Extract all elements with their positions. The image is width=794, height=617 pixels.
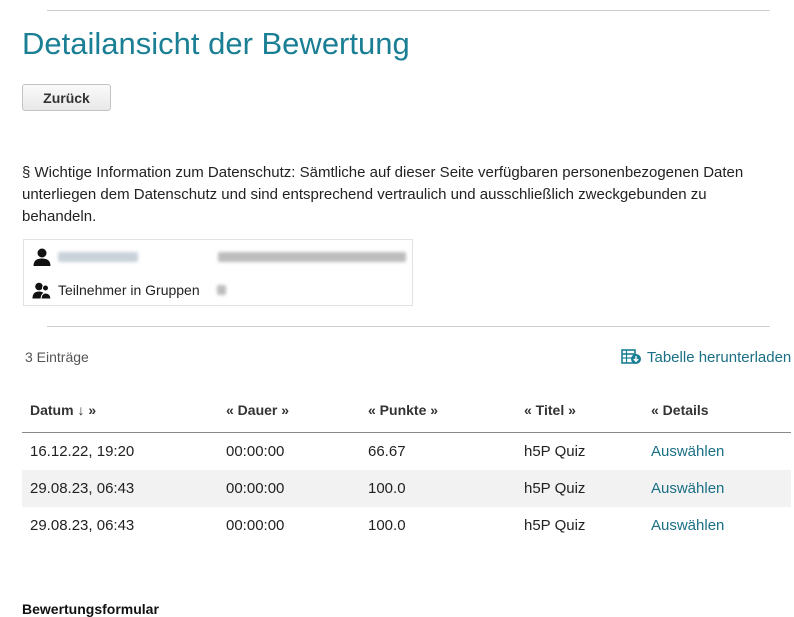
details-header[interactable]: « Details — [651, 402, 709, 418]
back-button[interactable]: Zurück — [22, 84, 111, 111]
table-row: 29.08.23, 06:43 00:00:00 100.0 h5P Quiz … — [22, 507, 791, 544]
row-points: 66.67 — [368, 443, 406, 460]
results-table: Datum ↓ » « Dauer » « Punkte » « Titel »… — [22, 388, 791, 544]
privacy-notice: § Wichtige Information zum Datenschutz: … — [22, 164, 744, 225]
row-duration: 00:00:00 — [226, 517, 285, 534]
row-date: 16.12.22, 19:20 — [30, 443, 135, 460]
table-download-icon — [621, 349, 641, 364]
row-date: 29.08.23, 06:43 — [22, 470, 226, 507]
row-title: h5P Quiz — [524, 517, 586, 534]
download-label: Tabelle herunterladen — [647, 348, 792, 366]
row-date: 29.08.23, 06:43 — [30, 517, 135, 534]
redacted-user-name — [58, 252, 138, 262]
row-title: h5P Quiz — [524, 443, 586, 460]
download-table-link[interactable]: Tabelle herunterladen — [621, 348, 791, 366]
redacted-user-detail — [218, 252, 406, 262]
sort-date-header[interactable]: Datum ↓ » — [30, 402, 96, 418]
select-link[interactable]: Auswählen — [651, 480, 724, 497]
section-divider — [47, 326, 770, 327]
row-points: 100.0 — [368, 517, 406, 534]
participant-info-box: Teilnehmer in Gruppen — [23, 239, 413, 306]
top-divider — [47, 10, 770, 11]
row-title: h5P Quiz — [524, 470, 651, 507]
entries-count: 3 Einträge — [25, 349, 89, 365]
participant-name-row — [32, 246, 406, 268]
group-row: Teilnehmer in Gruppen — [32, 279, 226, 301]
groups-label: Teilnehmer in Gruppen — [58, 282, 200, 298]
redacted-group-value — [216, 285, 226, 295]
table-row: 16.12.22, 19:20 00:00:00 66.67 h5P Quiz … — [22, 433, 791, 471]
select-link[interactable]: Auswählen — [651, 443, 724, 460]
page-title: Detailansicht der Bewertung — [22, 26, 410, 61]
table-header-row: Datum ↓ » « Dauer » « Punkte » « Titel »… — [22, 388, 791, 433]
sort-duration-header[interactable]: « Dauer » — [226, 402, 289, 418]
user-icon — [33, 248, 51, 266]
row-points: 100.0 — [368, 470, 524, 507]
row-duration: 00:00:00 — [226, 443, 285, 460]
select-link[interactable]: Auswählen — [651, 517, 724, 534]
group-user-icon — [32, 282, 52, 300]
sort-points-header[interactable]: « Punkte » — [368, 402, 438, 418]
row-duration: 00:00:00 — [226, 470, 368, 507]
assessment-form-heading: Bewertungsformular — [22, 601, 159, 617]
sort-title-header[interactable]: « Titel » — [524, 402, 576, 418]
table-row: 29.08.23, 06:43 00:00:00 100.0 h5P Quiz … — [22, 470, 791, 507]
